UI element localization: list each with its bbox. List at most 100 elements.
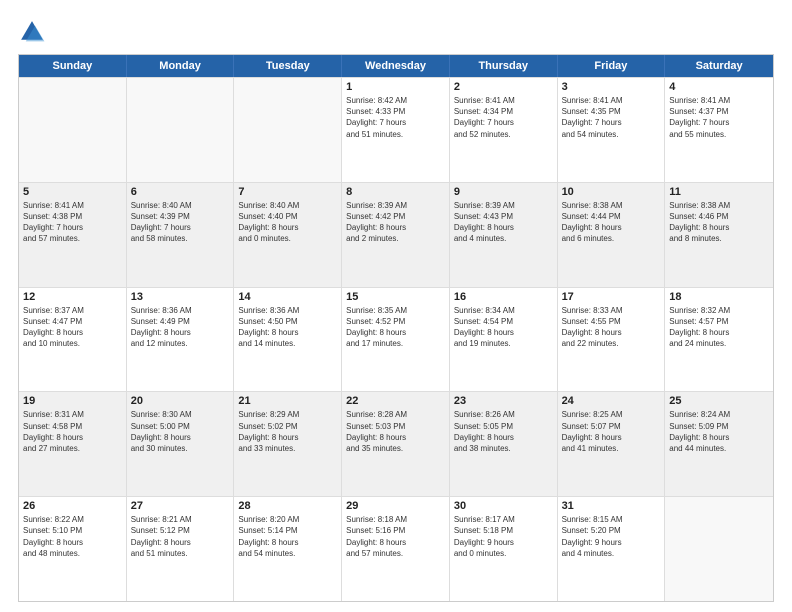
day-info: Sunrise: 8:33 AM Sunset: 4:55 PM Dayligh… bbox=[562, 305, 661, 350]
day-number: 19 bbox=[23, 395, 122, 407]
day-info: Sunrise: 8:21 AM Sunset: 5:12 PM Dayligh… bbox=[131, 514, 230, 559]
day-cell-23: 23Sunrise: 8:26 AM Sunset: 5:05 PM Dayli… bbox=[450, 392, 558, 496]
empty-cell bbox=[19, 78, 127, 182]
day-info: Sunrise: 8:20 AM Sunset: 5:14 PM Dayligh… bbox=[238, 514, 337, 559]
day-info: Sunrise: 8:37 AM Sunset: 4:47 PM Dayligh… bbox=[23, 305, 122, 350]
header-day-wednesday: Wednesday bbox=[342, 55, 450, 77]
day-number: 11 bbox=[669, 186, 769, 198]
empty-cell bbox=[665, 497, 773, 601]
day-number: 26 bbox=[23, 500, 122, 512]
day-info: Sunrise: 8:38 AM Sunset: 4:46 PM Dayligh… bbox=[669, 200, 769, 245]
day-cell-1: 1Sunrise: 8:42 AM Sunset: 4:33 PM Daylig… bbox=[342, 78, 450, 182]
day-number: 20 bbox=[131, 395, 230, 407]
day-cell-14: 14Sunrise: 8:36 AM Sunset: 4:50 PM Dayli… bbox=[234, 288, 342, 392]
day-info: Sunrise: 8:36 AM Sunset: 4:50 PM Dayligh… bbox=[238, 305, 337, 350]
day-cell-2: 2Sunrise: 8:41 AM Sunset: 4:34 PM Daylig… bbox=[450, 78, 558, 182]
day-info: Sunrise: 8:15 AM Sunset: 5:20 PM Dayligh… bbox=[562, 514, 661, 559]
day-number: 15 bbox=[346, 291, 445, 303]
day-number: 29 bbox=[346, 500, 445, 512]
day-cell-10: 10 Sunrise: 8:38 AM Sunset: 4:44 PM Dayli… bbox=[558, 183, 666, 287]
day-cell-12: 12Sunrise: 8:37 AM Sunset: 4:47 PM Dayli… bbox=[19, 288, 127, 392]
day-info: Sunrise: 8:41 AM Sunset: 4:35 PM Dayligh… bbox=[562, 95, 661, 140]
day-info: Sunrise: 8:36 AM Sunset: 4:49 PM Dayligh… bbox=[131, 305, 230, 350]
day-cell-13: 13 Sunrise: 8:36 AM Sunset: 4:49 PM Dayli… bbox=[127, 288, 235, 392]
day-info: Sunrise: 8:30 AM Sunset: 5:00 PM Dayligh… bbox=[131, 409, 230, 454]
day-number: 28 bbox=[238, 500, 337, 512]
day-info: Sunrise: 8:40 AM Sunset: 4:39 PM Dayligh… bbox=[131, 200, 230, 245]
calendar-week-1: 1Sunrise: 8:42 AM Sunset: 4:33 PM Daylig… bbox=[19, 77, 773, 182]
empty-cell bbox=[234, 78, 342, 182]
day-number: 16 bbox=[454, 291, 553, 303]
calendar-week-4: 19 Sunrise: 8:31 AM Sunset: 4:58 PM Dayli… bbox=[19, 391, 773, 496]
day-info: Sunrise: 8:41 AM Sunset: 4:38 PM Dayligh… bbox=[23, 200, 122, 245]
day-number: 3 bbox=[562, 81, 661, 93]
calendar-week-3: 12Sunrise: 8:37 AM Sunset: 4:47 PM Dayli… bbox=[19, 287, 773, 392]
day-number: 9 bbox=[454, 186, 553, 198]
day-cell-9: 9 Sunrise: 8:39 AM Sunset: 4:43 PM Daylig… bbox=[450, 183, 558, 287]
day-info: Sunrise: 8:31 AM Sunset: 4:58 PM Dayligh… bbox=[23, 409, 122, 454]
header-day-thursday: Thursday bbox=[450, 55, 558, 77]
day-number: 27 bbox=[131, 500, 230, 512]
day-cell-27: 27 Sunrise: 8:21 AM Sunset: 5:12 PM Dayli… bbox=[127, 497, 235, 601]
header bbox=[18, 18, 774, 46]
empty-cell bbox=[127, 78, 235, 182]
day-info: Sunrise: 8:39 AM Sunset: 4:43 PM Dayligh… bbox=[454, 200, 553, 245]
day-cell-26: 26Sunrise: 8:22 AM Sunset: 5:10 PM Dayli… bbox=[19, 497, 127, 601]
day-info: Sunrise: 8:17 AM Sunset: 5:18 PM Dayligh… bbox=[454, 514, 553, 559]
day-number: 7 bbox=[238, 186, 337, 198]
day-cell-21: 21 Sunrise: 8:29 AM Sunset: 5:02 PM Dayli… bbox=[234, 392, 342, 496]
day-number: 1 bbox=[346, 81, 445, 93]
day-number: 25 bbox=[669, 395, 769, 407]
day-info: Sunrise: 8:40 AM Sunset: 4:40 PM Dayligh… bbox=[238, 200, 337, 245]
day-cell-8: 8Sunrise: 8:39 AM Sunset: 4:42 PM Daylig… bbox=[342, 183, 450, 287]
day-info: Sunrise: 8:32 AM Sunset: 4:57 PM Dayligh… bbox=[669, 305, 769, 350]
day-cell-22: 22Sunrise: 8:28 AM Sunset: 5:03 PM Dayli… bbox=[342, 392, 450, 496]
day-number: 18 bbox=[669, 291, 769, 303]
calendar: SundayMondayTuesdayWednesdayThursdayFrid… bbox=[18, 54, 774, 602]
day-cell-6: 6 Sunrise: 8:40 AM Sunset: 4:39 PM Daylig… bbox=[127, 183, 235, 287]
day-info: Sunrise: 8:26 AM Sunset: 5:05 PM Dayligh… bbox=[454, 409, 553, 454]
day-cell-30: 30 Sunrise: 8:17 AM Sunset: 5:18 PM Dayli… bbox=[450, 497, 558, 601]
day-info: Sunrise: 8:34 AM Sunset: 4:54 PM Dayligh… bbox=[454, 305, 553, 350]
day-number: 10 bbox=[562, 186, 661, 198]
day-cell-24: 24 Sunrise: 8:25 AM Sunset: 5:07 PM Dayli… bbox=[558, 392, 666, 496]
day-cell-7: 7 Sunrise: 8:40 AM Sunset: 4:40 PM Daylig… bbox=[234, 183, 342, 287]
calendar-week-2: 5Sunrise: 8:41 AM Sunset: 4:38 PM Daylig… bbox=[19, 182, 773, 287]
header-day-saturday: Saturday bbox=[665, 55, 773, 77]
day-number: 6 bbox=[131, 186, 230, 198]
day-cell-17: 17 Sunrise: 8:33 AM Sunset: 4:55 PM Dayli… bbox=[558, 288, 666, 392]
logo bbox=[18, 18, 50, 46]
day-number: 17 bbox=[562, 291, 661, 303]
day-number: 24 bbox=[562, 395, 661, 407]
day-info: Sunrise: 8:25 AM Sunset: 5:07 PM Dayligh… bbox=[562, 409, 661, 454]
day-cell-20: 20 Sunrise: 8:30 AM Sunset: 5:00 PM Dayli… bbox=[127, 392, 235, 496]
calendar-body: 1Sunrise: 8:42 AM Sunset: 4:33 PM Daylig… bbox=[19, 77, 773, 601]
day-info: Sunrise: 8:41 AM Sunset: 4:34 PM Dayligh… bbox=[454, 95, 553, 140]
calendar-week-5: 26Sunrise: 8:22 AM Sunset: 5:10 PM Dayli… bbox=[19, 496, 773, 601]
logo-icon bbox=[18, 18, 46, 46]
day-cell-3: 3 Sunrise: 8:41 AM Sunset: 4:35 PM Daylig… bbox=[558, 78, 666, 182]
header-day-monday: Monday bbox=[127, 55, 235, 77]
day-cell-25: 25 Sunrise: 8:24 AM Sunset: 5:09 PM Dayli… bbox=[665, 392, 773, 496]
header-day-friday: Friday bbox=[558, 55, 666, 77]
day-cell-5: 5Sunrise: 8:41 AM Sunset: 4:38 PM Daylig… bbox=[19, 183, 127, 287]
day-number: 22 bbox=[346, 395, 445, 407]
day-info: Sunrise: 8:29 AM Sunset: 5:02 PM Dayligh… bbox=[238, 409, 337, 454]
day-cell-29: 29 Sunrise: 8:18 AM Sunset: 5:16 PM Dayli… bbox=[342, 497, 450, 601]
day-info: Sunrise: 8:18 AM Sunset: 5:16 PM Dayligh… bbox=[346, 514, 445, 559]
day-cell-11: 11 Sunrise: 8:38 AM Sunset: 4:46 PM Dayli… bbox=[665, 183, 773, 287]
calendar-header: SundayMondayTuesdayWednesdayThursdayFrid… bbox=[19, 55, 773, 77]
day-number: 30 bbox=[454, 500, 553, 512]
day-number: 4 bbox=[669, 81, 769, 93]
header-day-sunday: Sunday bbox=[19, 55, 127, 77]
day-number: 13 bbox=[131, 291, 230, 303]
day-info: Sunrise: 8:24 AM Sunset: 5:09 PM Dayligh… bbox=[669, 409, 769, 454]
day-info: Sunrise: 8:35 AM Sunset: 4:52 PM Dayligh… bbox=[346, 305, 445, 350]
day-info: Sunrise: 8:38 AM Sunset: 4:44 PM Dayligh… bbox=[562, 200, 661, 245]
day-cell-19: 19 Sunrise: 8:31 AM Sunset: 4:58 PM Dayli… bbox=[19, 392, 127, 496]
day-info: Sunrise: 8:39 AM Sunset: 4:42 PM Dayligh… bbox=[346, 200, 445, 245]
day-number: 21 bbox=[238, 395, 337, 407]
day-cell-28: 28 Sunrise: 8:20 AM Sunset: 5:14 PM Dayli… bbox=[234, 497, 342, 601]
day-cell-18: 18 Sunrise: 8:32 AM Sunset: 4:57 PM Dayli… bbox=[665, 288, 773, 392]
day-info: Sunrise: 8:41 AM Sunset: 4:37 PM Dayligh… bbox=[669, 95, 769, 140]
